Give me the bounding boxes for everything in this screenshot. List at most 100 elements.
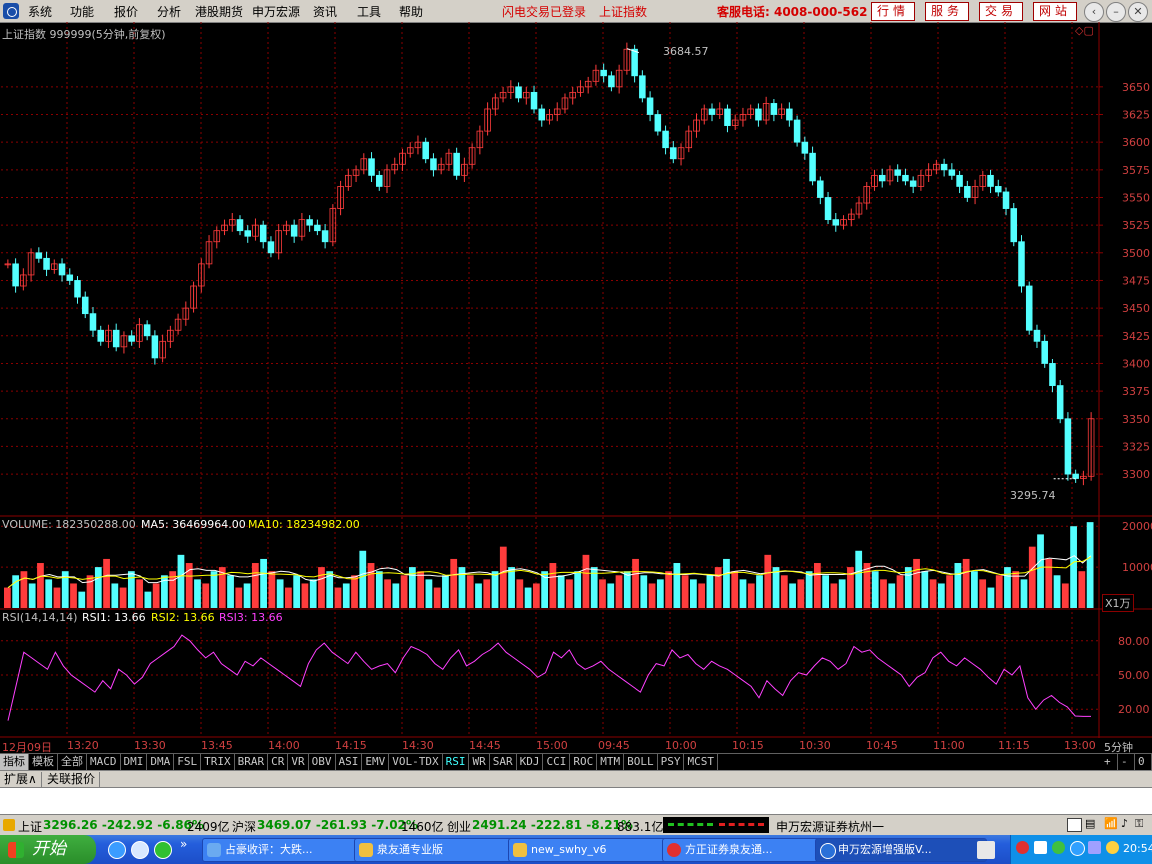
volume-tick-label: 10000 — [1122, 561, 1152, 574]
indicator-tab-dma[interactable]: DMA — [147, 754, 175, 770]
menu-analysis[interactable]: 分析 — [157, 3, 181, 20]
volume-bar — [855, 550, 863, 608]
indicator-tab-trix[interactable]: TRIX — [201, 754, 235, 770]
expand-tab[interactable]: 扩展∧ — [0, 772, 42, 787]
candle-body — [515, 86, 522, 99]
menu-swhy[interactable]: 申万宏源 — [252, 3, 300, 20]
indicator-tab-wr[interactable]: WR — [469, 754, 490, 770]
time-tick-label: 14:15 — [335, 739, 367, 752]
rsi-tick-label: 80.00 — [1118, 635, 1150, 648]
indicator-tab-asi[interactable]: ASI — [336, 754, 363, 770]
task-founder[interactable]: 方正证券泉友通... — [662, 838, 831, 862]
chart-options-icon[interactable]: ◇▢ — [1075, 24, 1094, 37]
time-tick-label: 10:45 — [866, 739, 898, 752]
task-swhy[interactable]: 申万宏源增强版V... — [815, 838, 987, 862]
kline-chart[interactable]: 3650 3625 3600 3575 3550 3525 3500 3475 3450 3425… — [0, 22, 1152, 738]
flash-trade-status: 闪电交易已登录 — [502, 5, 587, 19]
back-icon[interactable]: ‹ — [1084, 2, 1104, 22]
indicator-tab-mcst[interactable]: MCST — [684, 754, 718, 770]
indicator-tab-fsl[interactable]: FSL — [174, 754, 202, 770]
menu-help[interactable]: 帮助 — [399, 3, 423, 20]
volume-bar — [227, 575, 234, 608]
indicator-tab-emv[interactable]: EMV — [362, 754, 390, 770]
indicator-tab-kdj[interactable]: KDJ — [517, 754, 544, 770]
indicator-tab-brar[interactable]: BRAR — [235, 754, 269, 770]
candle-body — [1002, 191, 1010, 209]
close-icon[interactable]: ✕ — [1128, 2, 1148, 22]
candle-body — [236, 219, 244, 232]
indicator-tab-boll[interactable]: BOLL — [624, 754, 658, 770]
indicator-tab-全部[interactable]: 全部 — [58, 754, 87, 770]
service-button[interactable]: 服务 — [925, 2, 969, 21]
task-folder[interactable]: new_swhy_v6 — [508, 838, 678, 862]
trade-button[interactable]: 交易 — [979, 2, 1023, 21]
time-axis: 12月09日 13:20 13:30 13:45 14:00 14:15 14:30 14:4… — [0, 738, 1152, 754]
indicator-tab-rsi[interactable]: RSI — [443, 754, 470, 770]
network-tray-icon[interactable] — [1088, 841, 1101, 854]
quote-button[interactable]: 行情 — [871, 2, 915, 21]
minimize-icon[interactable]: – — [1106, 2, 1126, 22]
wifi-icon[interactable]: 📶 — [1104, 817, 1118, 830]
antivirus-icon[interactable] — [1070, 841, 1085, 856]
ie-icon[interactable] — [108, 841, 126, 859]
zoom-control-2[interactable]: 0 — [1135, 754, 1152, 770]
indicator-tab-sar[interactable]: SAR — [490, 754, 517, 770]
quicklaunch-more-icon[interactable]: » — [180, 837, 187, 851]
security-icon[interactable] — [1016, 841, 1029, 854]
task-qyt-pro[interactable]: 泉友通专业版 — [354, 838, 523, 862]
candle-body — [662, 130, 669, 149]
task-news[interactable]: 占豪收评：大跌... — [202, 838, 369, 862]
related-quote-tab[interactable]: 关联报价 — [43, 772, 101, 787]
rsi-tick-label: 50.00 — [1118, 669, 1150, 682]
candle-body — [89, 313, 97, 331]
user-tray-icon[interactable] — [1106, 841, 1119, 854]
indicator-tab-模板[interactable]: 模板 — [29, 754, 58, 770]
indicator-tab-mtm[interactable]: MTM — [597, 754, 625, 770]
menu-quote[interactable]: 报价 — [114, 3, 138, 20]
shield-icon[interactable] — [1052, 841, 1065, 854]
indicator-tab-roc[interactable]: ROC — [570, 754, 598, 770]
volume-bar — [1012, 571, 1020, 608]
menu-hk-futures[interactable]: 港股期货 — [195, 3, 243, 20]
indicator-tab-macd[interactable]: MACD — [87, 754, 121, 770]
price-tick-label: 3350 — [1122, 413, 1150, 426]
app-logo-icon[interactable] — [3, 3, 19, 19]
indicator-tab-vr[interactable]: VR — [288, 754, 309, 770]
volume-bar — [615, 575, 623, 608]
start-button[interactable]: 开始 — [0, 835, 96, 864]
price-tick-label: 3375 — [1122, 385, 1150, 398]
network-icon[interactable]: ▤ — [1085, 817, 1095, 830]
zoom-control-1[interactable]: - — [1118, 754, 1135, 770]
indicator-tab-obv[interactable]: OBV — [309, 754, 336, 770]
menu-news[interactable]: 资讯 — [313, 3, 337, 20]
volume-tray-icon[interactable] — [1034, 841, 1047, 854]
volume-tick-label: 20000 — [1122, 520, 1152, 533]
volume-bar — [937, 583, 945, 608]
volume-bar — [731, 571, 739, 608]
volume-bar — [425, 579, 433, 608]
menu-system[interactable]: 系统 — [28, 3, 52, 20]
price-tick-label: 3500 — [1122, 247, 1150, 260]
sound-icon[interactable]: ♪ — [1121, 817, 1128, 830]
indicator-tab-cci[interactable]: CCI — [543, 754, 571, 770]
messenger-icon[interactable] — [154, 841, 172, 859]
candle-body — [538, 108, 546, 121]
menu-tools[interactable]: 工具 — [357, 3, 381, 20]
candle-body — [1049, 363, 1056, 386]
status-bar: 上证 3296.26 -242.92 -6.86% 2409亿 沪深 3469.… — [0, 814, 1152, 836]
website-button[interactable]: 网站 — [1033, 2, 1077, 21]
menu-function[interactable]: 功能 — [70, 3, 94, 20]
indicator-tab-psy[interactable]: PSY — [658, 754, 685, 770]
zoom-control-0[interactable]: + — [1101, 754, 1118, 770]
candle-body — [646, 97, 654, 115]
browser-icon[interactable] — [131, 841, 149, 859]
indicator-tab-cr[interactable]: CR — [268, 754, 289, 770]
unlock-icon[interactable]: ⚿ — [1135, 817, 1143, 831]
indicator-tab-vol-tdx[interactable]: VOL-TDX — [389, 754, 443, 770]
cy-label: 创业 — [447, 820, 472, 834]
volume-bar — [1053, 575, 1061, 608]
indicator-tab-dmi[interactable]: DMI — [121, 754, 148, 770]
ime-icon[interactable] — [977, 841, 995, 859]
indicator-tab-指标[interactable]: 指标 — [0, 754, 29, 770]
notice-icon[interactable] — [1067, 818, 1082, 832]
